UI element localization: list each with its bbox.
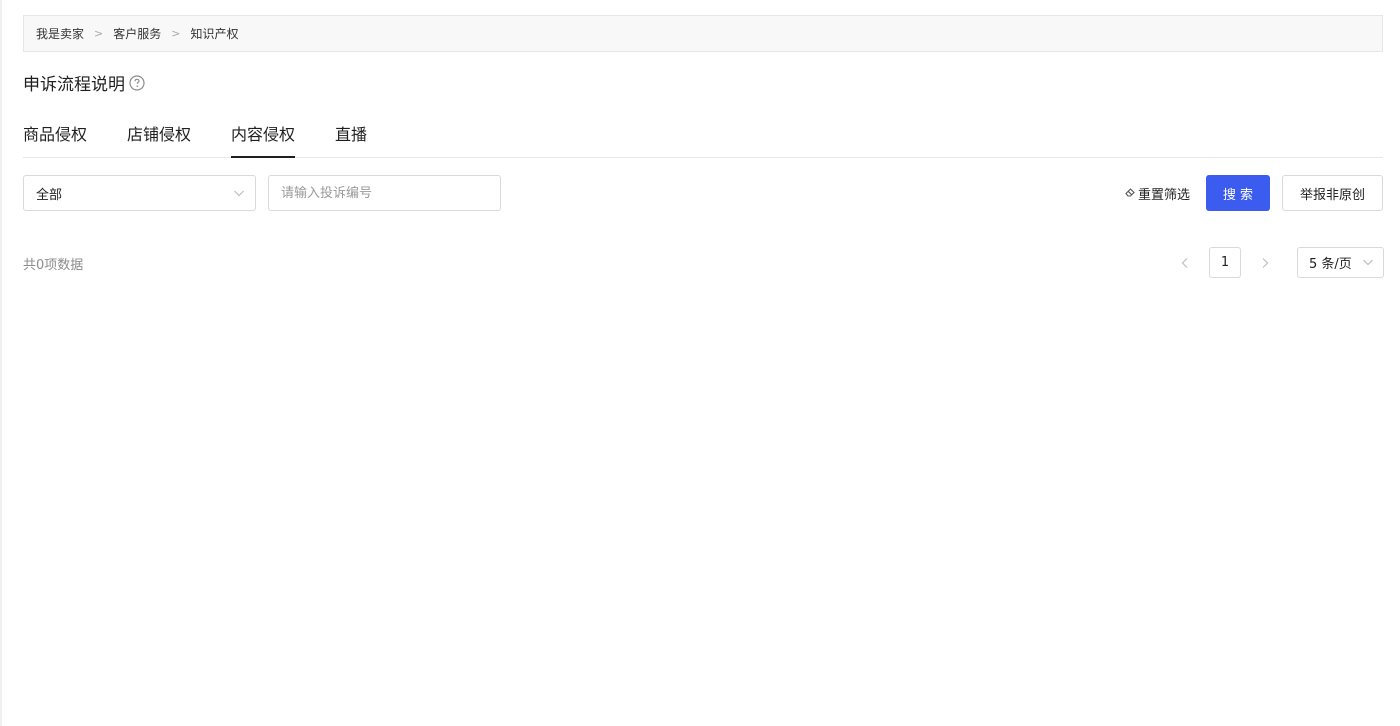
chevron-down-icon <box>233 187 245 203</box>
page-size-value: 5 条/页 <box>1309 257 1352 272</box>
chevron-right-icon[interactable] <box>1257 255 1273 271</box>
chevron-down-icon <box>1362 256 1374 272</box>
tab-bar: 商品侵权 店铺侵权 内容侵权 直播 <box>23 115 1383 158</box>
breadcrumb: 我是卖家 > 客户服务 > 知识产权 <box>23 15 1383 52</box>
reset-filters-button[interactable]: 重置筛选 <box>1124 184 1190 203</box>
breadcrumb-separator: > <box>171 27 181 40</box>
reset-filters-label: 重置筛选 <box>1138 188 1191 203</box>
complaint-number-input[interactable] <box>268 175 501 211</box>
total-count: 共0项数据 <box>23 258 84 273</box>
tab-store-infringement[interactable]: 店铺侵权 <box>127 115 191 158</box>
breadcrumb-item-customer-service[interactable]: 客户服务 <box>113 25 161 42</box>
page-title: 申诉流程说明 <box>23 75 125 95</box>
type-select[interactable]: 全部 <box>23 175 256 211</box>
page: 我是卖家 > 客户服务 > 知识产权 申诉流程说明 商品侵权 店铺侵权 内容侵权… <box>0 0 1400 726</box>
breadcrumb-item-ip: 知识产权 <box>190 27 239 41</box>
pagination-page-1[interactable]: 1 <box>1209 247 1241 278</box>
tab-live-stream[interactable]: 直播 <box>335 115 367 158</box>
tab-product-infringement[interactable]: 商品侵权 <box>23 115 87 158</box>
chevron-left-icon[interactable] <box>1177 255 1193 271</box>
breadcrumb-item-seller[interactable]: 我是卖家 <box>36 25 84 42</box>
page-title-group: 申诉流程说明 <box>23 70 145 95</box>
question-circle-icon[interactable] <box>129 74 145 91</box>
type-select-value: 全部 <box>36 187 63 203</box>
eraser-icon <box>1124 186 1138 202</box>
report-non-original-button[interactable]: 举报非原创 <box>1282 175 1383 211</box>
search-button[interactable]: 搜 索 <box>1206 175 1270 211</box>
page-size-select[interactable]: 5 条/页 <box>1297 247 1384 278</box>
tab-content-infringement[interactable]: 内容侵权 <box>231 115 296 158</box>
breadcrumb-separator: > <box>94 27 104 40</box>
